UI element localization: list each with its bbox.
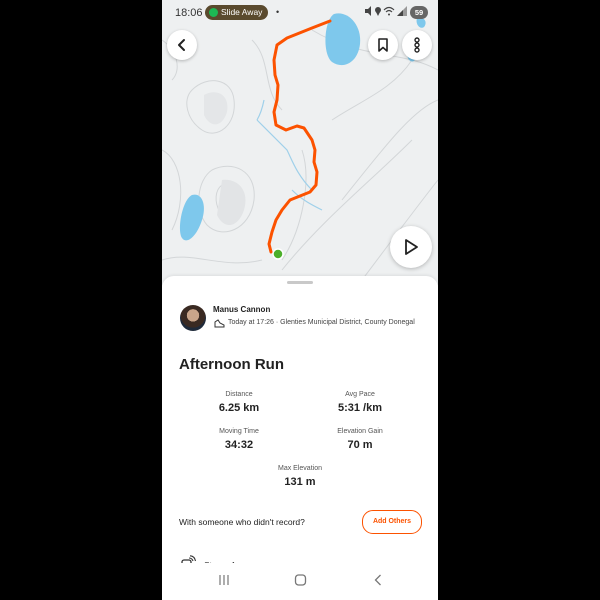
stat-max-elevation: Max Elevation 131 m [245, 465, 355, 488]
back-icon[interactable] [373, 574, 383, 586]
notification-dot: • [276, 7, 280, 17]
running-shoe-icon [214, 319, 225, 328]
status-icons [364, 6, 408, 18]
stat-value: 5:31 /km [337, 402, 383, 414]
stat-label: Max Elevation [278, 465, 322, 472]
stat-value: 34:32 [224, 439, 254, 451]
with-others-prompt: With someone who didn't record? [179, 517, 305, 527]
home-icon[interactable] [294, 574, 307, 586]
stat-value: 70 m [347, 439, 373, 451]
save-route-button[interactable] [368, 30, 398, 60]
play-flyover-button[interactable] [390, 226, 432, 268]
athlete-name[interactable]: Manus Cannon [213, 305, 270, 314]
mute-icon [365, 6, 371, 16]
stat-value: 6.25 km [218, 402, 260, 414]
bookmark-icon [378, 38, 388, 52]
battery-indicator: 59 [410, 6, 428, 19]
stat-avg-pace: Avg Pace 5:31 /km [305, 391, 415, 414]
route-map[interactable]: 18:06 Slide Away • 59 [162, 0, 438, 285]
stat-elevation-gain: Elevation Gain 70 m [305, 428, 415, 451]
signal-icon [397, 6, 407, 16]
more-vertical-icon [414, 37, 420, 53]
wifi-icon [383, 6, 395, 16]
status-time: 18:06 [175, 7, 203, 19]
more-options-button[interactable] [402, 30, 432, 60]
status-bar: 18:06 Slide Away • 59 [162, 0, 438, 26]
stat-label: Avg Pace [345, 391, 375, 398]
stat-label: Elevation Gain [337, 428, 383, 435]
activity-sheet: Manus Cannon Today at 17:26 · Glenties M… [162, 276, 438, 600]
chevron-left-icon [178, 39, 185, 51]
activity-meta: Today at 17:26 · Glenties Municipal Dist… [228, 319, 415, 326]
stat-distance: Distance 6.25 km [184, 391, 294, 414]
media-pill-label: Slide Away [221, 7, 263, 17]
stat-value: 131 m [284, 476, 316, 488]
spotify-icon [209, 8, 218, 17]
phone-screen: 18:06 Slide Away • 59 Manus Cannon Today… [162, 0, 438, 600]
add-others-button[interactable]: Add Others [362, 510, 422, 534]
route-line [267, 19, 332, 254]
stat-label: Distance [225, 391, 253, 398]
back-button[interactable] [167, 30, 197, 60]
location-icon [375, 7, 381, 16]
avatar[interactable] [180, 305, 206, 331]
media-pill[interactable]: Slide Away [205, 5, 269, 20]
system-nav-bar [162, 563, 438, 600]
stat-moving-time: Moving Time 34:32 [184, 428, 294, 451]
recents-icon[interactable] [218, 574, 230, 586]
stat-label: Moving Time [219, 428, 259, 435]
sheet-drag-handle[interactable] [287, 281, 313, 284]
play-icon [405, 239, 418, 255]
activity-title: Afternoon Run [179, 356, 284, 373]
start-marker [272, 248, 284, 260]
